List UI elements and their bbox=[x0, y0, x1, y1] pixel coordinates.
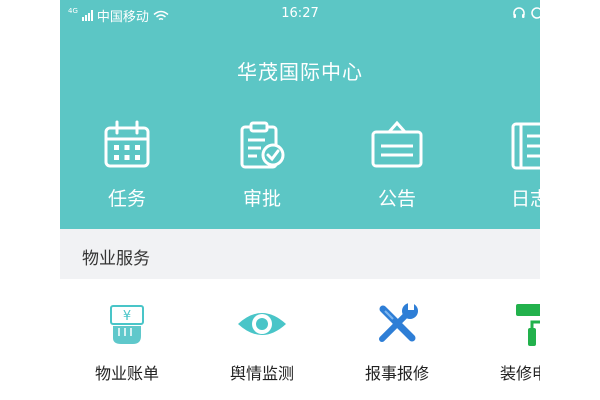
headset-icon bbox=[513, 7, 525, 18]
section-header: 物业服务 bbox=[60, 229, 540, 279]
shortcut-label: 公告 bbox=[377, 188, 416, 210]
section-title: 物业服务 bbox=[82, 249, 150, 269]
alarm-icon bbox=[531, 7, 540, 19]
header: 4G 中国移动 16:27 华茂国际中心 任务 审批 公告 日志 bbox=[60, 0, 540, 229]
status-right bbox=[512, 6, 540, 20]
shortcut-label: 审批 bbox=[242, 188, 281, 210]
log-book-icon bbox=[511, 122, 540, 170]
paint-roller-icon bbox=[516, 304, 540, 346]
eye-icon bbox=[238, 313, 286, 335]
svg-text:¥: ¥ bbox=[123, 309, 131, 324]
service-monitor[interactable]: 舆情监测 bbox=[217, 300, 307, 384]
service-label: 报事报修 bbox=[364, 364, 429, 383]
service-label: 装修申请 bbox=[499, 364, 540, 383]
status-bar: 4G 中国移动 16:27 bbox=[60, 0, 540, 28]
shortcut-notice[interactable]: 公告 bbox=[357, 120, 437, 211]
shortcut-approval[interactable]: 审批 bbox=[222, 120, 302, 211]
service-bill[interactable]: ¥ 物业账单 bbox=[82, 300, 172, 384]
shortcut-label: 日志 bbox=[510, 188, 540, 210]
service-label: 舆情监测 bbox=[229, 364, 294, 383]
clock: 16:27 bbox=[281, 6, 319, 21]
service-label: 物业账单 bbox=[94, 364, 159, 383]
wrench-screwdriver-icon bbox=[379, 303, 418, 342]
notice-board-icon bbox=[371, 120, 423, 168]
page-title: 华茂国际中心 bbox=[237, 60, 363, 84]
shortcut-task[interactable]: 任务 bbox=[87, 120, 167, 211]
clipboard-check-icon bbox=[240, 121, 285, 169]
app-screen: 4G 中国移动 16:27 华茂国际中心 任务 审批 公告 日志 物业服务 ¥ … bbox=[60, 0, 540, 400]
calendar-icon bbox=[104, 120, 150, 168]
shortcut-label: 任务 bbox=[107, 188, 146, 210]
bill-hand-icon: ¥ bbox=[110, 305, 144, 344]
shortcut-log[interactable]: 日志 bbox=[490, 120, 540, 211]
service-repair[interactable]: 报事报修 bbox=[352, 300, 442, 384]
service-decoration[interactable]: 装修申请 bbox=[487, 300, 540, 384]
